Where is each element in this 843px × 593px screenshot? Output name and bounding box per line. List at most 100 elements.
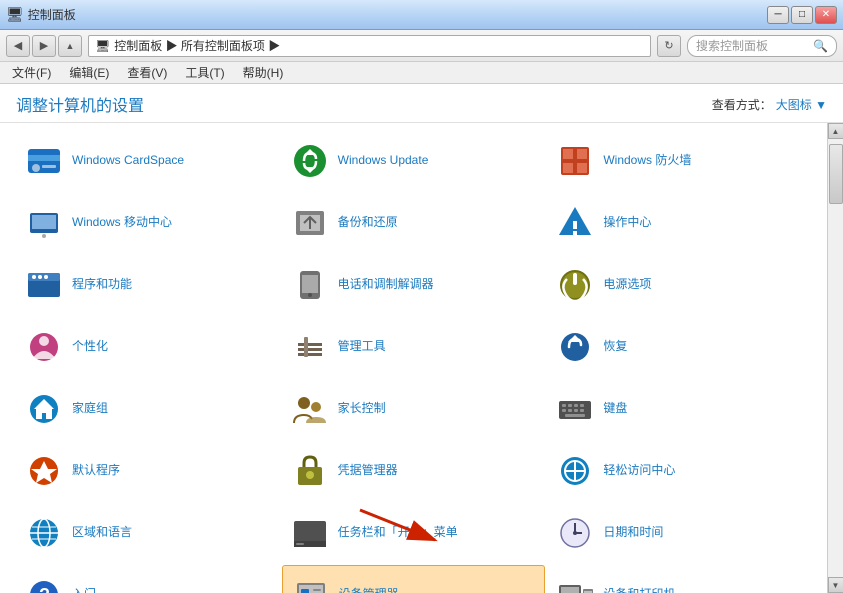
programs-icon: [24, 265, 64, 305]
firewall-icon: [555, 141, 595, 181]
menu-view[interactable]: 查看(V): [123, 64, 171, 81]
getstarted-label: 入门: [72, 587, 96, 593]
icon-item-default[interactable]: 默认程序: [16, 441, 280, 501]
breadcrumb-icon: 🖥: [95, 39, 110, 53]
action-icon: [555, 203, 595, 243]
datetime-label: 日期和时间: [603, 525, 663, 541]
menu-edit[interactable]: 编辑(E): [65, 64, 113, 81]
backup-label: 备份和还原: [338, 215, 398, 231]
cardspace-icon: [24, 141, 64, 181]
recovery-icon: [555, 327, 595, 367]
icon-item-backup[interactable]: 备份和还原: [282, 193, 546, 253]
icon-item-programs[interactable]: 程序和功能: [16, 255, 280, 315]
icon-item-update[interactable]: Windows Update: [282, 131, 546, 191]
datetime-icon: [555, 513, 595, 553]
close-button[interactable]: ✕: [815, 6, 837, 24]
tools-label: 管理工具: [338, 339, 386, 355]
breadcrumb-text: 控制面板 ▶ 所有控制面板项 ▶: [114, 37, 280, 54]
default-label: 默认程序: [72, 463, 120, 479]
search-placeholder: 搜索控制面板: [696, 37, 768, 54]
scrollbar[interactable]: ▲ ▼: [827, 123, 843, 593]
devices-icon: [555, 575, 595, 593]
refresh-button[interactable]: ↻: [657, 35, 681, 57]
devmgr-icon: [291, 575, 331, 593]
icon-item-recovery[interactable]: 恢复: [547, 317, 811, 377]
content-area: 调整计算机的设置 查看方式： 大图标 ▼ Windows CardSpaceWi…: [0, 84, 843, 593]
svg-text:?: ?: [39, 585, 50, 593]
icon-item-cardspace[interactable]: Windows CardSpace: [16, 131, 280, 191]
icon-item-datetime[interactable]: 日期和时间: [547, 503, 811, 563]
menu-file[interactable]: 文件(F): [8, 64, 55, 81]
icon-item-region[interactable]: 区域和语言: [16, 503, 280, 563]
parental-icon: [290, 389, 330, 429]
devices-label: 设备和打印机: [603, 587, 675, 593]
content-header: 调整计算机的设置 查看方式： 大图标 ▼: [0, 84, 843, 123]
icon-item-power[interactable]: 电源选项: [547, 255, 811, 315]
icons-container: Windows CardSpace Windows Update Windows 防…: [0, 123, 843, 593]
update-icon: [290, 141, 330, 181]
icon-item-devmgr[interactable]: 设备管理器: [282, 565, 546, 593]
menu-help[interactable]: 帮助(H): [239, 64, 288, 81]
minimize-button[interactable]: ─: [767, 6, 789, 24]
window-icon: 🖥: [6, 6, 24, 23]
back-button[interactable]: ◀: [6, 35, 30, 57]
forward-button[interactable]: ▶: [32, 35, 56, 57]
phone-icon: [290, 265, 330, 305]
access-label: 轻松访问中心: [603, 463, 675, 479]
scroll-up-arrow[interactable]: ▲: [828, 123, 843, 139]
firewall-label: Windows 防火墙: [603, 153, 691, 169]
personalize-label: 个性化: [72, 339, 108, 355]
icon-item-action[interactable]: 操作中心: [547, 193, 811, 253]
up-button[interactable]: ▲: [58, 35, 82, 57]
scroll-thumb[interactable]: [829, 144, 843, 204]
icon-item-credential[interactable]: 凭据管理器: [282, 441, 546, 501]
icon-item-keyboard[interactable]: 键盘: [547, 379, 811, 439]
parental-label: 家长控制: [338, 401, 386, 417]
search-icon: 🔍: [813, 39, 828, 53]
tools-icon: [290, 327, 330, 367]
mobility-icon: [24, 203, 64, 243]
phone-label: 电话和调制解调器: [338, 277, 434, 293]
region-label: 区域和语言: [72, 525, 132, 541]
homegroup-label: 家庭组: [72, 401, 108, 417]
devmgr-label: 设备管理器: [339, 587, 399, 593]
menu-bar: 文件(F) 编辑(E) 查看(V) 工具(T) 帮助(H): [0, 62, 843, 84]
icon-item-taskbar[interactable]: 任务栏和「开始」菜单: [282, 503, 546, 563]
homegroup-icon: [24, 389, 64, 429]
view-mode-link[interactable]: 大图标 ▼: [776, 96, 827, 113]
keyboard-label: 键盘: [603, 401, 627, 417]
address-bar: ◀ ▶ ▲ 🖥 控制面板 ▶ 所有控制面板项 ▶ ↻ 搜索控制面板 🔍: [0, 30, 843, 62]
title-bar: 🖥 控制面板 ─ □ ✕: [0, 0, 843, 30]
view-mode-selector: 查看方式： 大图标 ▼: [712, 96, 827, 113]
taskbar-icon: [290, 513, 330, 553]
search-bar[interactable]: 搜索控制面板 🔍: [687, 35, 837, 57]
taskbar-label: 任务栏和「开始」菜单: [338, 525, 458, 541]
menu-tools[interactable]: 工具(T): [181, 64, 228, 81]
personalize-icon: [24, 327, 64, 367]
scroll-down-arrow[interactable]: ▼: [828, 577, 843, 593]
mobility-label: Windows 移动中心: [72, 215, 172, 231]
icon-item-homegroup[interactable]: 家庭组: [16, 379, 280, 439]
icon-item-mobility[interactable]: Windows 移动中心: [16, 193, 280, 253]
icon-item-access[interactable]: 轻松访问中心: [547, 441, 811, 501]
window-title: 控制面板: [28, 6, 76, 23]
breadcrumb[interactable]: 🖥 控制面板 ▶ 所有控制面板项 ▶: [88, 35, 651, 57]
getstarted-icon: ?: [24, 575, 64, 593]
page-title: 调整计算机的设置: [16, 92, 144, 116]
scroll-track: [828, 139, 843, 577]
programs-label: 程序和功能: [72, 277, 132, 293]
credential-label: 凭据管理器: [338, 463, 398, 479]
update-label: Windows Update: [338, 153, 429, 169]
maximize-button[interactable]: □: [791, 6, 813, 24]
icon-item-devices[interactable]: 设备和打印机: [547, 565, 811, 593]
icon-item-parental[interactable]: 家长控制: [282, 379, 546, 439]
icon-item-tools[interactable]: 管理工具: [282, 317, 546, 377]
power-icon: [555, 265, 595, 305]
default-icon: [24, 451, 64, 491]
credential-icon: [290, 451, 330, 491]
icon-item-phone[interactable]: 电话和调制解调器: [282, 255, 546, 315]
icon-item-getstarted[interactable]: ? 入门: [16, 565, 280, 593]
icon-item-firewall[interactable]: Windows 防火墙: [547, 131, 811, 191]
icon-item-personalize[interactable]: 个性化: [16, 317, 280, 377]
region-icon: [24, 513, 64, 553]
